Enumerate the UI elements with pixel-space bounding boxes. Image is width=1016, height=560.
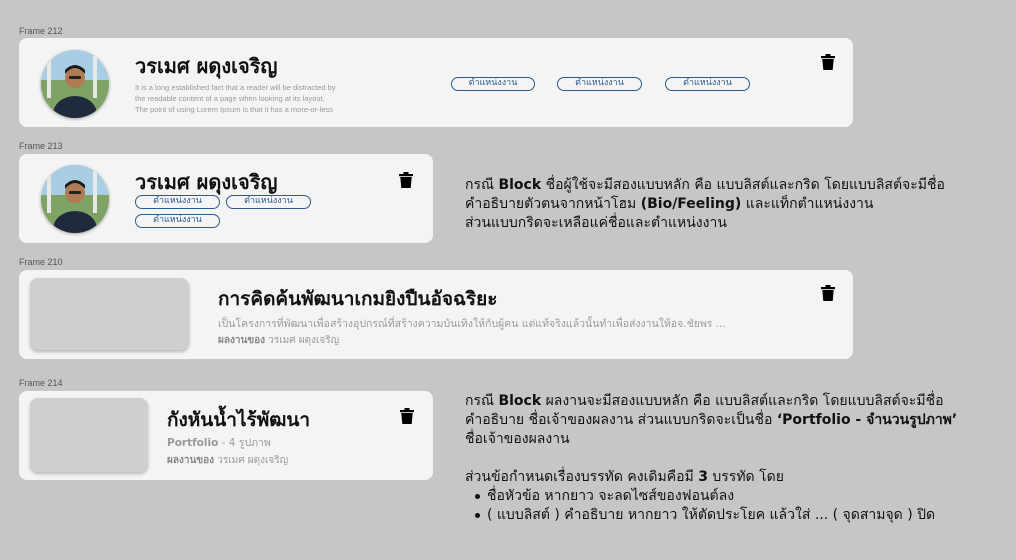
note-line: ส่วนข้อกำหนดเรื่องบรรทัด คงเดิมคือมี 3 บ… bbox=[465, 469, 784, 485]
note-line: กรณี Block ผลงานจะมีสองแบบหลัก คือ แบบลิ… bbox=[465, 393, 944, 409]
trash-icon[interactable] bbox=[821, 54, 835, 70]
avatar-photo bbox=[41, 50, 109, 118]
frame-label-213: Frame 213 bbox=[19, 141, 63, 151]
note-line: กรณี Block ชื่อผู้ใช้จะมีสองแบบหลัก คือ … bbox=[465, 177, 945, 193]
note-line: ส่วนแบบกริดจะเหลือแค่ชื่อและตำแหน่งงาน bbox=[465, 215, 727, 231]
job-tag[interactable]: ตำแหน่งงาน bbox=[226, 195, 311, 209]
work-title: กังหันน้ำไร้พัฒนา bbox=[167, 409, 311, 431]
user-avatar[interactable] bbox=[41, 50, 109, 118]
job-tag[interactable]: ตำแหน่งงาน bbox=[557, 77, 642, 91]
note-work-block: กรณี Block ผลงานจะมีสองแบบหลัก คือ แบบลิ… bbox=[465, 392, 957, 525]
user-bio-line: The point of using Lorem Ipsum is that i… bbox=[135, 105, 334, 114]
work-block-grid[interactable]: กังหันน้ำไร้พัฒนา Portfolio - 4 รูปภาพ ผ… bbox=[19, 391, 433, 480]
work-owner: ผลงานของ วรเมศ ผดุงเจริญ bbox=[167, 455, 289, 466]
note-line: ชื่อเจ้าของผลงาน bbox=[465, 431, 570, 447]
trash-icon[interactable] bbox=[821, 285, 835, 301]
trash-icon[interactable] bbox=[399, 172, 413, 188]
user-bio-line: the readable content of a page when look… bbox=[135, 94, 325, 103]
job-tag[interactable]: ตำแหน่งงาน bbox=[135, 214, 220, 228]
note-line: คำอธิบาย ชื่อเจ้าของผลงาน ส่วนแบบกริดจะเ… bbox=[465, 412, 958, 428]
portfolio-count: Portfolio - 4 รูปภาพ bbox=[167, 437, 271, 449]
user-block-list[interactable]: วรเมศ ผดุงเจริญ It is a long established… bbox=[19, 38, 853, 127]
avatar-photo bbox=[41, 165, 109, 233]
frame-label-214: Frame 214 bbox=[19, 378, 63, 388]
trash-icon[interactable] bbox=[400, 408, 414, 424]
work-thumbnail[interactable] bbox=[30, 278, 189, 350]
frame-label-210: Frame 210 bbox=[19, 257, 63, 267]
user-name: วรเมศ ผดุงเจริญ bbox=[135, 54, 278, 78]
job-tag[interactable]: ตำแหน่งงาน bbox=[665, 77, 750, 91]
note-bullet: ( แบบลิสต์ ) คำอธิบาย หากยาว ให้ตัดประโย… bbox=[465, 506, 957, 525]
note-user-block: กรณี Block ชื่อผู้ใช้จะมีสองแบบหลัก คือ … bbox=[465, 176, 945, 233]
job-tag[interactable]: ตำแหน่งงาน bbox=[135, 195, 220, 209]
work-block-list[interactable]: การคิดค้นพัฒนาเกมยิงปืนอัจฉริยะ เป็นโครง… bbox=[19, 270, 853, 359]
user-bio: It is a long established fact that a rea… bbox=[135, 82, 336, 115]
user-avatar[interactable] bbox=[41, 165, 109, 233]
user-name: วรเมศ ผดุงเจริญ bbox=[135, 170, 278, 194]
note-line: คำอธิบายตัวตนจากหน้าโฮม (Bio/Feeling) แล… bbox=[465, 196, 874, 212]
work-thumbnail[interactable] bbox=[30, 398, 148, 472]
note-bullet: ชื่อหัวข้อ หากยาว จะลดไซส์ของฟอนต์ลง bbox=[465, 487, 957, 506]
job-tag[interactable]: ตำแหน่งงาน bbox=[451, 77, 535, 91]
user-block-grid[interactable]: วรเมศ ผดุงเจริญ ตำแหน่งงาน ตำแหน่งงาน ตำ… bbox=[19, 154, 433, 243]
work-owner: ผลงานของ วรเมศ ผดุงเจริญ bbox=[218, 335, 340, 346]
work-description: เป็นโครงการที่พัฒนาเพื่อสร้างอุปกรณ์ที่ส… bbox=[218, 318, 726, 330]
work-title: การคิดค้นพัฒนาเกมยิงปืนอัจฉริยะ bbox=[218, 288, 498, 310]
user-bio-line: It is a long established fact that a rea… bbox=[135, 83, 336, 92]
frame-label-212: Frame 212 bbox=[19, 26, 63, 36]
